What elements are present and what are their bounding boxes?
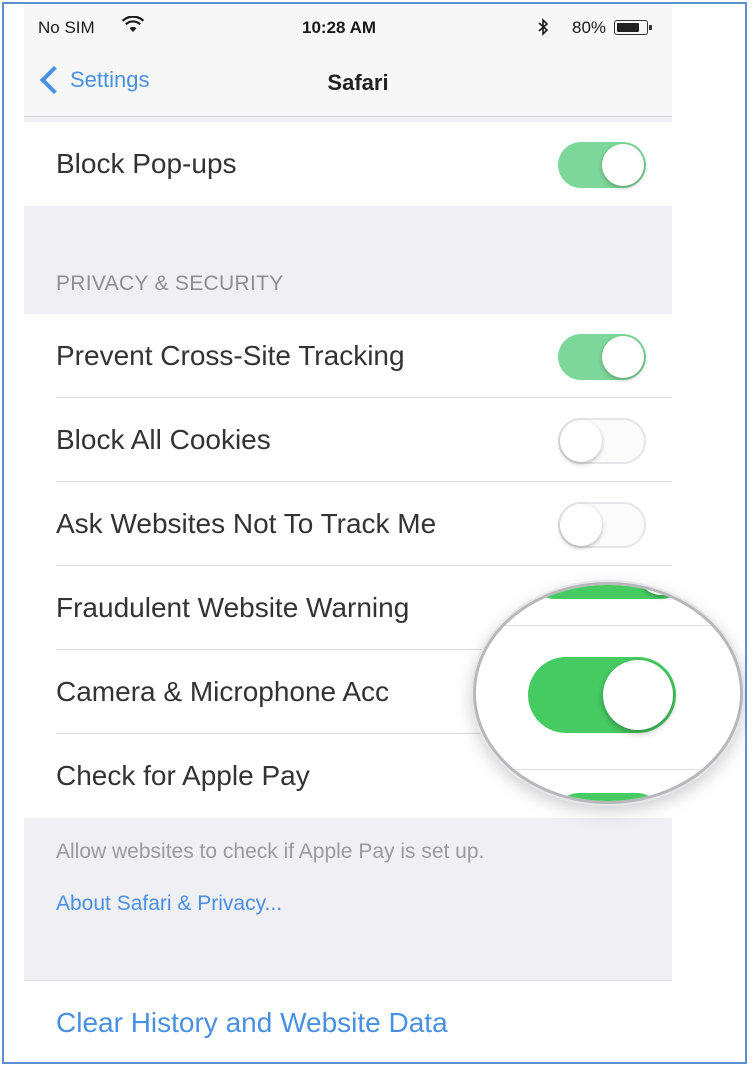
magnifier-overlay — [473, 582, 743, 804]
prevent-cross-site-tracking-toggle[interactable] — [558, 334, 646, 380]
block-all-cookies-row: Block All Cookies — [24, 398, 672, 482]
camera-microphone-access-toggle[interactable] — [528, 657, 676, 733]
toggle-knob — [603, 660, 673, 730]
prevent-cross-site-tracking-label: Prevent Cross-Site Tracking — [56, 340, 405, 371]
fraudulent-website-warning-toggle-magnified[interactable] — [528, 585, 688, 599]
wifi-icon — [121, 15, 145, 39]
block-popups-label: Block Pop-ups — [56, 148, 237, 179]
check-apple-pay-label: Check for Apple Pay — [56, 760, 310, 791]
battery-level-fill — [617, 23, 639, 32]
prevent-cross-site-tracking-row: Prevent Cross-Site Tracking — [24, 314, 672, 398]
about-safari-privacy-link[interactable]: About Safari & Privacy... — [56, 892, 282, 916]
toggle-knob — [560, 420, 602, 462]
clear-history-row[interactable]: Clear History and Website Data — [24, 980, 672, 1062]
block-all-cookies-toggle[interactable] — [558, 418, 646, 464]
privacy-footer-text: Allow websites to check if Apple Pay is … — [56, 840, 485, 863]
navigation-bar: Settings Safari — [24, 48, 672, 117]
carrier-label: No SIM — [38, 18, 95, 37]
fraudulent-website-warning-label: Fraudulent Website Warning — [56, 592, 410, 623]
bluetooth-icon — [537, 18, 549, 41]
status-bar: No SIM 10:28 AM 80% — [24, 4, 672, 48]
clear-history-button[interactable]: Clear History and Website Data — [56, 1007, 448, 1039]
toggle-knob — [602, 336, 644, 378]
block-popups-toggle[interactable] — [558, 142, 646, 188]
toggle-knob — [560, 504, 602, 546]
battery-percent: 80% — [572, 18, 607, 37]
camera-microphone-access-label: Camera & Microphone Acc — [56, 676, 390, 707]
page-title: Safari — [327, 70, 389, 95]
row-separator — [476, 625, 740, 626]
toggle-knob — [602, 144, 644, 186]
block-popups-row: Block Pop-ups — [24, 122, 672, 206]
screenshot-frame: No SIM 10:28 AM 80% Settings Safari Bloc… — [2, 2, 747, 1064]
clock-time: 10:28 AM — [302, 18, 377, 37]
ask-websites-not-to-track-row: Ask Websites Not To Track Me — [24, 482, 672, 566]
block-all-cookies-label: Block All Cookies — [56, 424, 271, 455]
row-separator — [476, 769, 740, 770]
battery-icon — [614, 20, 652, 35]
phone-screen: No SIM 10:28 AM 80% Settings Safari Bloc… — [24, 4, 672, 1062]
ask-websites-not-to-track-toggle[interactable] — [558, 502, 646, 548]
privacy-section-header: PRIVACY & SECURITY — [56, 272, 284, 295]
ask-websites-not-to-track-label: Ask Websites Not To Track Me — [56, 508, 437, 539]
